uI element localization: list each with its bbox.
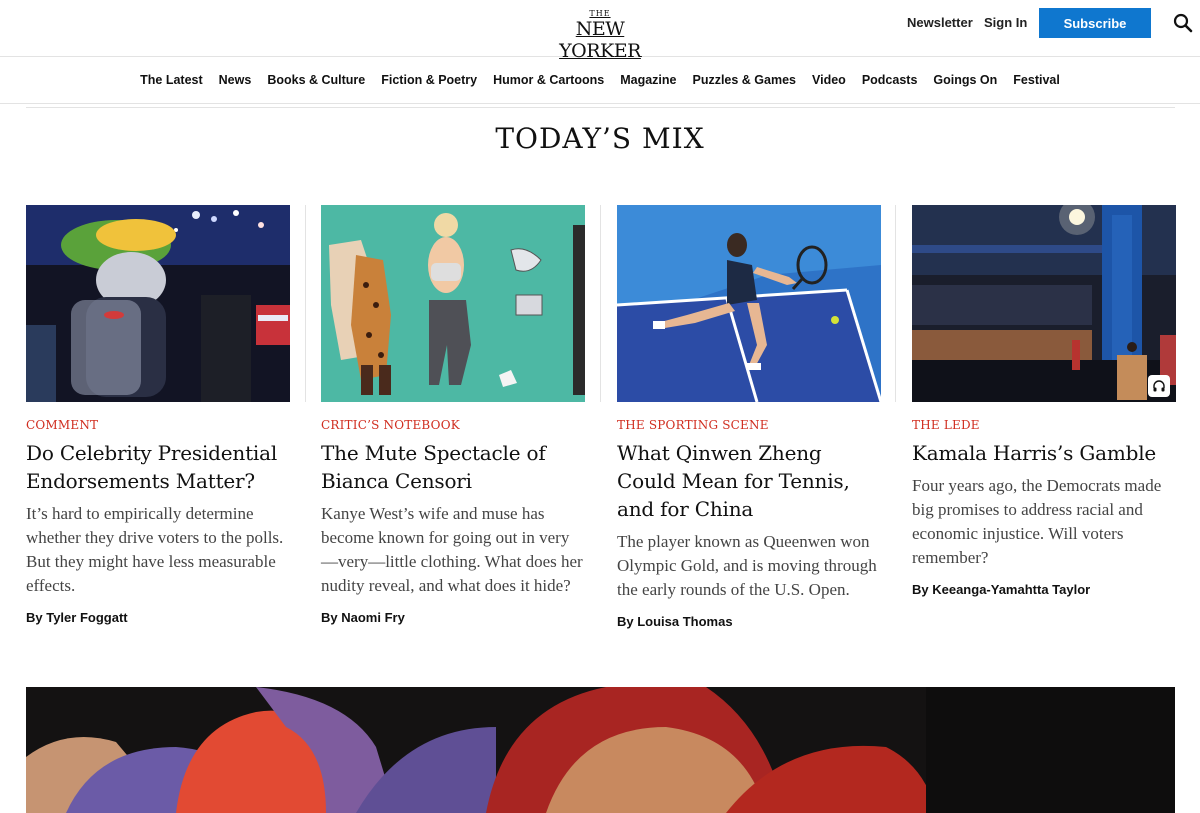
story-card: The Sporting Scene What Qinwen Zheng Cou… <box>617 205 881 629</box>
story-rubric: Comment <box>26 418 99 432</box>
nav-item-humor-cartoons: Humor & Cartoons <box>493 71 604 89</box>
story-dek: Four years ago, the Democrats made big p… <box>912 476 1162 567</box>
column-divider <box>600 205 601 402</box>
story-image-link[interactable] <box>26 205 290 402</box>
nav-item-goings-on: Goings On <box>933 71 997 89</box>
nav-item-podcasts: Podcasts <box>862 71 918 89</box>
story-headline-link[interactable]: What Qinwen Zheng Could Mean for Tennis,… <box>617 441 850 521</box>
search-icon <box>1173 13 1193 33</box>
nav-item-the-latest: The Latest <box>140 71 203 89</box>
column-divider <box>895 205 896 402</box>
nav-item-news: News <box>219 71 252 89</box>
story-rubric: The Sporting Scene <box>617 418 769 432</box>
nav-link-books-culture[interactable]: Books & Culture <box>267 73 365 87</box>
nav-link-puzzles-games[interactable]: Puzzles & Games <box>692 73 796 87</box>
featured-story-image[interactable] <box>26 687 1175 813</box>
story-image-tennis-player <box>617 205 881 402</box>
nav-link-magazine[interactable]: Magazine <box>620 73 676 87</box>
nav-link-fiction-poetry[interactable]: Fiction & Poetry <box>381 73 477 87</box>
story-headline: Do Celebrity Presidential Endorsements M… <box>26 439 290 495</box>
story-byline[interactable]: By Naomi Fry <box>321 610 585 625</box>
story-headline-link[interactable]: The Mute Spectacle of Bianca Censori <box>321 441 546 493</box>
story-byline[interactable]: By Louisa Thomas <box>617 614 881 629</box>
nav-link-video[interactable]: Video <box>812 73 846 87</box>
newsletter-link[interactable]: Newsletter <box>907 15 973 30</box>
nav-item-puzzles-games: Puzzles & Games <box>692 71 796 89</box>
column-divider <box>305 205 306 402</box>
section-title: TODAY’S MIX <box>495 122 705 155</box>
nav-item-magazine: Magazine <box>620 71 676 89</box>
story-image-fashion-illustration <box>321 205 585 402</box>
nav-item-books-culture: Books & Culture <box>267 71 365 89</box>
story-card: Critic’s Notebook The Mute Spectacle of … <box>321 205 585 625</box>
logo-name: NEW YORKER <box>559 18 641 62</box>
story-image-celebrity-crowd <box>26 205 290 402</box>
search-button[interactable] <box>1172 13 1194 35</box>
story-rubric: The Lede <box>912 418 980 432</box>
story-headline: What Qinwen Zheng Could Mean for Tennis,… <box>617 439 881 523</box>
subscribe-button[interactable]: Subscribe <box>1039 8 1151 38</box>
story-card: The Lede Kamala Harris’s Gamble Four yea… <box>912 205 1176 597</box>
story-dek: The player known as Queenwen won Olympic… <box>617 532 877 599</box>
sign-in-link[interactable]: Sign In <box>984 15 1027 30</box>
nav-link-humor-cartoons[interactable]: Humor & Cartoons <box>493 73 604 87</box>
nav-link-news[interactable]: News <box>219 73 252 87</box>
abstract-illustration <box>26 687 1175 813</box>
nav-item-video: Video <box>812 71 846 89</box>
story-byline[interactable]: By Tyler Foggatt <box>26 610 290 625</box>
nav-link-podcasts[interactable]: Podcasts <box>862 73 918 87</box>
story-dek: It’s hard to empirically determine wheth… <box>26 504 284 595</box>
site-header: THE NEW YORKER Newsletter Sign In Subscr… <box>0 0 1200 62</box>
story-card: Comment Do Celebrity Presidential Endors… <box>26 205 290 625</box>
story-headline: Kamala Harris’s Gamble <box>912 439 1176 467</box>
nav-link-festival[interactable]: Festival <box>1013 73 1060 87</box>
story-headline: The Mute Spectacle of Bianca Censori <box>321 439 585 495</box>
story-image-convention-stage <box>912 205 1176 402</box>
story-image-link[interactable] <box>321 205 585 402</box>
logo-the: THE <box>589 9 611 18</box>
nav-list: The Latest News Books & Culture Fiction … <box>0 57 1200 103</box>
story-image-link[interactable] <box>912 205 1176 402</box>
section-rule <box>26 107 1175 108</box>
story-headline-link[interactable]: Kamala Harris’s Gamble <box>912 441 1156 465</box>
nav-item-festival: Festival <box>1013 71 1060 89</box>
story-rubric: Critic’s Notebook <box>321 418 460 432</box>
story-byline[interactable]: By Keeanga-Yamahtta Taylor <box>912 582 1176 597</box>
story-image-link[interactable] <box>617 205 881 402</box>
primary-nav: The Latest News Books & Culture Fiction … <box>0 57 1200 104</box>
site-logo[interactable]: THE NEW YORKER <box>538 9 662 62</box>
nav-link-goings-on[interactable]: Goings On <box>933 73 997 87</box>
audio-badge[interactable] <box>1148 375 1170 397</box>
story-headline-link[interactable]: Do Celebrity Presidential Endorsements M… <box>26 441 277 493</box>
story-dek: Kanye West’s wife and muse has become kn… <box>321 504 583 595</box>
headphones-icon <box>1153 380 1165 392</box>
nav-item-fiction-poetry: Fiction & Poetry <box>381 71 477 89</box>
nav-link-the-latest[interactable]: The Latest <box>140 73 203 87</box>
